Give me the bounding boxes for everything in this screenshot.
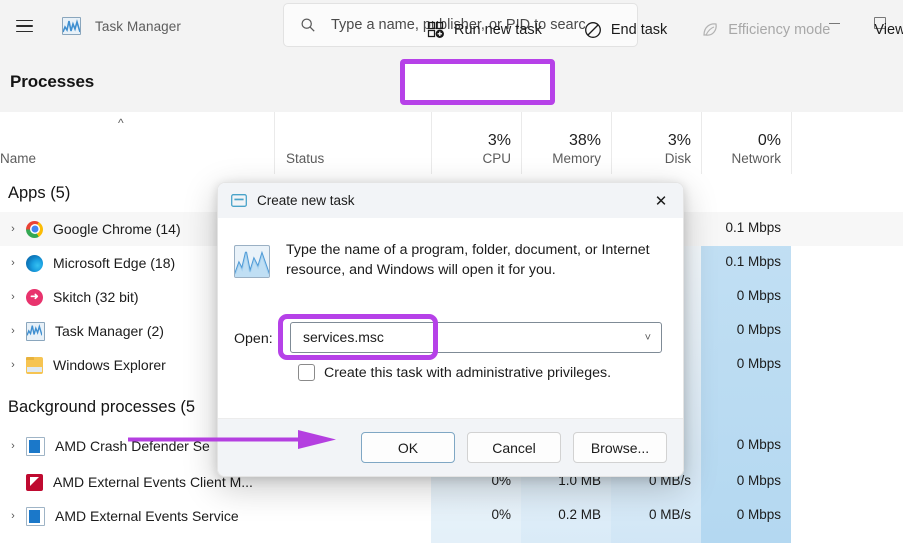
dialog-title-bar: Create new task ✕ [218, 183, 683, 218]
column-header-memory[interactable]: 38% Memory [521, 112, 611, 174]
task-manager-icon [62, 17, 81, 35]
close-icon[interactable]: ✕ [639, 183, 683, 218]
process-name: Task Manager (2) [55, 323, 164, 339]
column-label-cpu: CPU [482, 151, 511, 166]
amd-icon [26, 473, 43, 491]
run-new-task-button[interactable]: Run new task [417, 13, 552, 47]
new-task-icon [427, 21, 445, 39]
edge-icon [26, 254, 43, 272]
column-header-cpu[interactable]: 3% CPU [431, 112, 521, 174]
column-header-status[interactable]: Status [274, 112, 431, 174]
column-label-disk: Disk [664, 151, 691, 166]
dialog-description: Type the name of a program, folder, docu… [286, 242, 650, 279]
admin-privileges-row[interactable]: Create this task with administrative pri… [298, 364, 611, 381]
group-label-apps: Apps (5) [8, 183, 71, 202]
group-label-background-processes: Background processes (5 [8, 397, 196, 416]
cell-network: 0 Mbps [736, 356, 781, 371]
end-task-icon [584, 21, 602, 39]
column-label-name: Name [0, 151, 37, 166]
task-manager-icon [234, 245, 270, 278]
expand-chevron-icon[interactable]: › [0, 510, 26, 522]
process-name: AMD Crash Defender Se [55, 438, 210, 454]
cell-network: 0 Mbps [736, 437, 781, 452]
task-manager-window: Task Manager Type a name, publisher, or … [0, 0, 903, 543]
expand-chevron-icon[interactable]: › [0, 223, 26, 235]
process-name: Windows Explorer [53, 357, 166, 373]
cell-network: 0 Mbps [736, 322, 781, 337]
dialog-footer: OK Cancel Browse... [218, 418, 683, 476]
command-bar: Processes [0, 52, 903, 112]
ok-button[interactable]: OK [361, 432, 455, 463]
efficiency-mode-label: Efficiency mode [728, 22, 831, 38]
hamburger-icon[interactable] [2, 4, 46, 48]
column-header-name[interactable]: Name [0, 112, 274, 174]
run-new-task-label: Run new task [454, 22, 542, 38]
open-combobox[interactable]: services.msc ˅ [290, 322, 662, 353]
process-name: Microsoft Edge (18) [53, 255, 176, 271]
column-value-disk: 3% [667, 132, 691, 149]
expand-chevron-icon[interactable]: › [0, 325, 26, 337]
admin-privileges-label: Create this task with administrative pri… [324, 364, 612, 381]
expand-chevron-icon[interactable]: › [0, 440, 26, 452]
skitch-icon [26, 288, 43, 306]
command-bar-items: Run new task End task Efficiency mode Vi… [395, 0, 903, 60]
app-title: Task Manager [95, 18, 181, 34]
cell-network: 0 Mbps [736, 473, 781, 488]
window-icon [231, 194, 247, 207]
cell-network: 0 Mbps [736, 507, 781, 522]
view-label: View [874, 22, 903, 38]
column-header-spacer [791, 112, 903, 174]
column-label-memory: Memory [552, 151, 601, 166]
open-label: Open: [234, 331, 273, 347]
create-new-task-dialog: Create new task ✕ Type the name of a pro… [217, 182, 684, 477]
service-icon [26, 436, 45, 456]
browse-button[interactable]: Browse... [573, 432, 667, 463]
dialog-title: Create new task [257, 193, 355, 208]
cell-network: 0.1 Mbps [725, 254, 781, 269]
page-title: Processes [10, 72, 95, 91]
task-manager-icon [26, 321, 45, 341]
column-label-network: Network [731, 151, 781, 166]
column-value-memory: 38% [568, 132, 601, 149]
dialog-body: Type the name of a program, folder, docu… [218, 218, 683, 443]
column-value-network: 0% [757, 132, 781, 149]
cell-network: 0 Mbps [736, 288, 781, 303]
sort-ascending-icon: ^ [118, 116, 124, 130]
cell-memory: 0.2 MB [558, 507, 601, 522]
end-task-label: End task [610, 22, 668, 38]
leaf-icon [701, 21, 719, 39]
expand-chevron-icon[interactable]: › [0, 359, 26, 371]
folder-icon [26, 356, 43, 374]
process-name: Google Chrome (14) [53, 221, 181, 237]
view-button[interactable]: View [864, 13, 903, 47]
column-header-disk[interactable]: 3% Disk [611, 112, 701, 174]
search-icon [300, 17, 316, 33]
cancel-button[interactable]: Cancel [467, 432, 561, 463]
process-name: AMD External Events Service [55, 508, 239, 524]
cell-disk: 0 MB/s [648, 507, 691, 522]
chevron-down-icon[interactable]: ˅ [645, 332, 651, 344]
expand-chevron-icon[interactable]: › [0, 257, 26, 269]
column-header-network[interactable]: 0% Network [701, 112, 791, 174]
column-headers: Name Status 3% CPU 38% Memory 3% Disk 0%… [0, 112, 903, 175]
open-input-value: services.msc [303, 329, 384, 345]
cell-cpu: 0% [491, 507, 511, 522]
column-value-cpu: 3% [487, 132, 511, 149]
expand-chevron-icon[interactable]: › [0, 291, 26, 303]
service-icon [26, 506, 45, 526]
end-task-button[interactable]: End task [574, 13, 677, 47]
column-label-status: Status [286, 151, 325, 166]
cell-network: 0.1 Mbps [725, 220, 781, 235]
efficiency-mode-button: Efficiency mode [691, 13, 840, 47]
process-name: Skitch (32 bit) [53, 289, 139, 305]
chrome-icon [26, 220, 43, 238]
admin-privileges-checkbox[interactable] [298, 364, 315, 381]
